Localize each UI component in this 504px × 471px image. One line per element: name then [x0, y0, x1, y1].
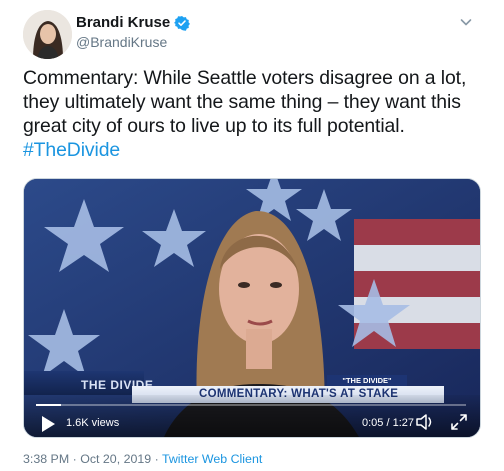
tweet-date[interactable]: Oct 20, 2019	[80, 452, 151, 466]
display-name[interactable]: Brandi Kruse	[76, 14, 170, 32]
handle[interactable]: @BrandiKruse	[76, 33, 190, 51]
hashtag-link[interactable]: #TheDivide	[23, 139, 120, 161]
video-player[interactable]: THE DIVIDE COMMENTARY: WHAT'S AT STAKE "…	[23, 178, 481, 438]
name-row: Brandi Kruse	[76, 14, 191, 32]
progress-fill	[36, 404, 61, 406]
play-icon[interactable]	[40, 415, 56, 433]
verified-badge-icon	[174, 15, 191, 31]
tweet-body: Commentary: While Seattle voters disagre…	[23, 67, 467, 137]
profile-photo-icon	[23, 10, 72, 59]
fullscreen-icon[interactable]	[450, 413, 468, 431]
tweet: Brandi Kruse @BrandiKruse Commentary: Wh…	[0, 0, 504, 471]
meta-separator: ·	[72, 452, 77, 466]
meta-separator: ·	[154, 452, 159, 466]
tweet-text: Commentary: While Seattle voters disagre…	[23, 66, 493, 162]
author-block: Brandi Kruse @BrandiKruse	[76, 14, 191, 51]
avatar[interactable]	[23, 10, 72, 59]
video-controls: 1.6K views 0:05 / 1:27	[24, 395, 480, 437]
progress-bar[interactable]	[36, 404, 466, 406]
chyron-tag: "THE DIVIDE"	[327, 375, 407, 386]
client-link[interactable]: Twitter Web Client	[162, 452, 262, 466]
tweet-time[interactable]: 3:38 PM	[23, 452, 69, 466]
tweet-meta: 3:38 PM · Oct 20, 2019 · Twitter Web Cli…	[23, 452, 262, 466]
sound-icon[interactable]	[415, 413, 435, 431]
time-display: 0:05 / 1:27	[362, 417, 414, 429]
chevron-down-icon[interactable]	[458, 14, 474, 30]
view-count: 1.6K views	[66, 417, 120, 429]
